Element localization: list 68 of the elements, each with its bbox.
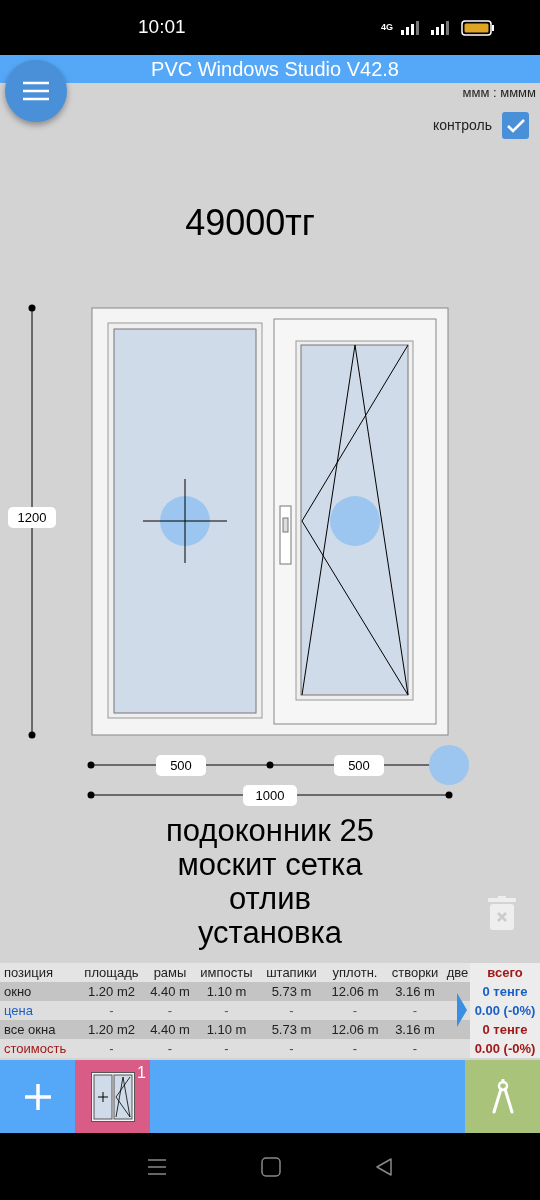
- row-label: стоимость: [3, 1039, 68, 1058]
- table-cell-text: 1.20 m2: [87, 982, 136, 1001]
- column-header: уплотн.: [331, 963, 379, 982]
- column-header: рамы: [152, 963, 188, 982]
- compass-icon: [490, 1078, 515, 1115]
- back-icon[interactable]: [375, 1156, 393, 1177]
- price-text: 49000тг: [185, 201, 315, 245]
- check-icon: [505, 117, 526, 134]
- column-header: всего: [470, 963, 540, 982]
- column-header: штапики: [265, 963, 318, 982]
- table-cell-text: 4.40 m: [149, 982, 191, 1001]
- app-title: PVC Windows Studio V42.8: [150, 57, 399, 82]
- column-header: площадь: [83, 963, 140, 982]
- menu-button[interactable]: [5, 60, 67, 122]
- total-cell: 0 тенге: [470, 982, 540, 1001]
- units-label: ммм : мммм: [462, 84, 536, 103]
- table-cell-text: 1.20 m2: [87, 1020, 136, 1039]
- table-cell-text: 1.10 m: [205, 1020, 248, 1039]
- measure-button[interactable]: [465, 1060, 540, 1133]
- table-cell-text: 5.73 m: [270, 982, 313, 1001]
- note-line: подоконник 25: [165, 814, 374, 848]
- table-cell-text: -: [351, 1001, 359, 1020]
- table-cell-text: 12.06 m: [330, 982, 380, 1001]
- table-cell-text: -: [166, 1001, 174, 1020]
- column-header: две: [445, 963, 470, 982]
- table-cell-text: -: [223, 1039, 230, 1058]
- table-cell-text: 5.73 m: [270, 1020, 313, 1039]
- resize-handle[interactable]: [429, 745, 469, 785]
- home-icon[interactable]: [261, 1156, 281, 1177]
- control-checkbox[interactable]: [502, 112, 529, 139]
- network-type: 4G: [381, 20, 393, 34]
- table-cell-text: -: [351, 1039, 359, 1058]
- control-label: контроль: [433, 116, 492, 135]
- table-cell-text: -: [108, 1001, 115, 1020]
- total-cell: 0.00 (-0%): [470, 1039, 540, 1058]
- column-header: позиция: [3, 963, 55, 982]
- row-label: окно: [3, 982, 33, 1001]
- window-drawing[interactable]: [91, 307, 449, 736]
- menu-icon[interactable]: [147, 1157, 167, 1176]
- menu-icon: [22, 81, 50, 101]
- table-cell-text: -: [108, 1039, 115, 1058]
- window-tab[interactable]: 1: [75, 1060, 150, 1133]
- row-label: цена: [3, 1001, 34, 1020]
- column-header: импосты: [199, 963, 254, 982]
- table-cell-text: -: [288, 1039, 295, 1058]
- note-line: установка: [197, 916, 343, 950]
- table-cell-text: -: [411, 1001, 419, 1020]
- column-header: створки: [390, 963, 440, 982]
- table-cell-text: 3.16 m: [394, 1020, 436, 1039]
- row-label: все окна: [3, 1020, 57, 1039]
- table-cell-text: -: [288, 1001, 295, 1020]
- table-cell-text: -: [411, 1039, 419, 1058]
- table-cell-text: 12.06 m: [330, 1020, 380, 1039]
- note-line: отлив: [229, 882, 311, 916]
- table-cell-text: 3.16 m: [394, 982, 436, 1001]
- window-count-label: 1: [137, 1063, 146, 1083]
- table-cell-text: 1.10 m: [205, 982, 248, 1001]
- table-cell-text: 4.40 m: [149, 1020, 191, 1039]
- plus-icon: [23, 1082, 52, 1111]
- note-line: москит сетка: [177, 848, 363, 882]
- clock: 10:01: [138, 15, 186, 40]
- battery-icon: [461, 19, 495, 36]
- total-cell: 0.00 (-0%): [470, 1001, 540, 1020]
- total-cell: 0 тенге: [470, 1020, 540, 1039]
- table-cell-text: -: [166, 1039, 174, 1058]
- window-thumbnail-icon: [90, 1071, 135, 1122]
- pointer-icon: [457, 993, 467, 1027]
- table-cell-text: -: [223, 1001, 230, 1020]
